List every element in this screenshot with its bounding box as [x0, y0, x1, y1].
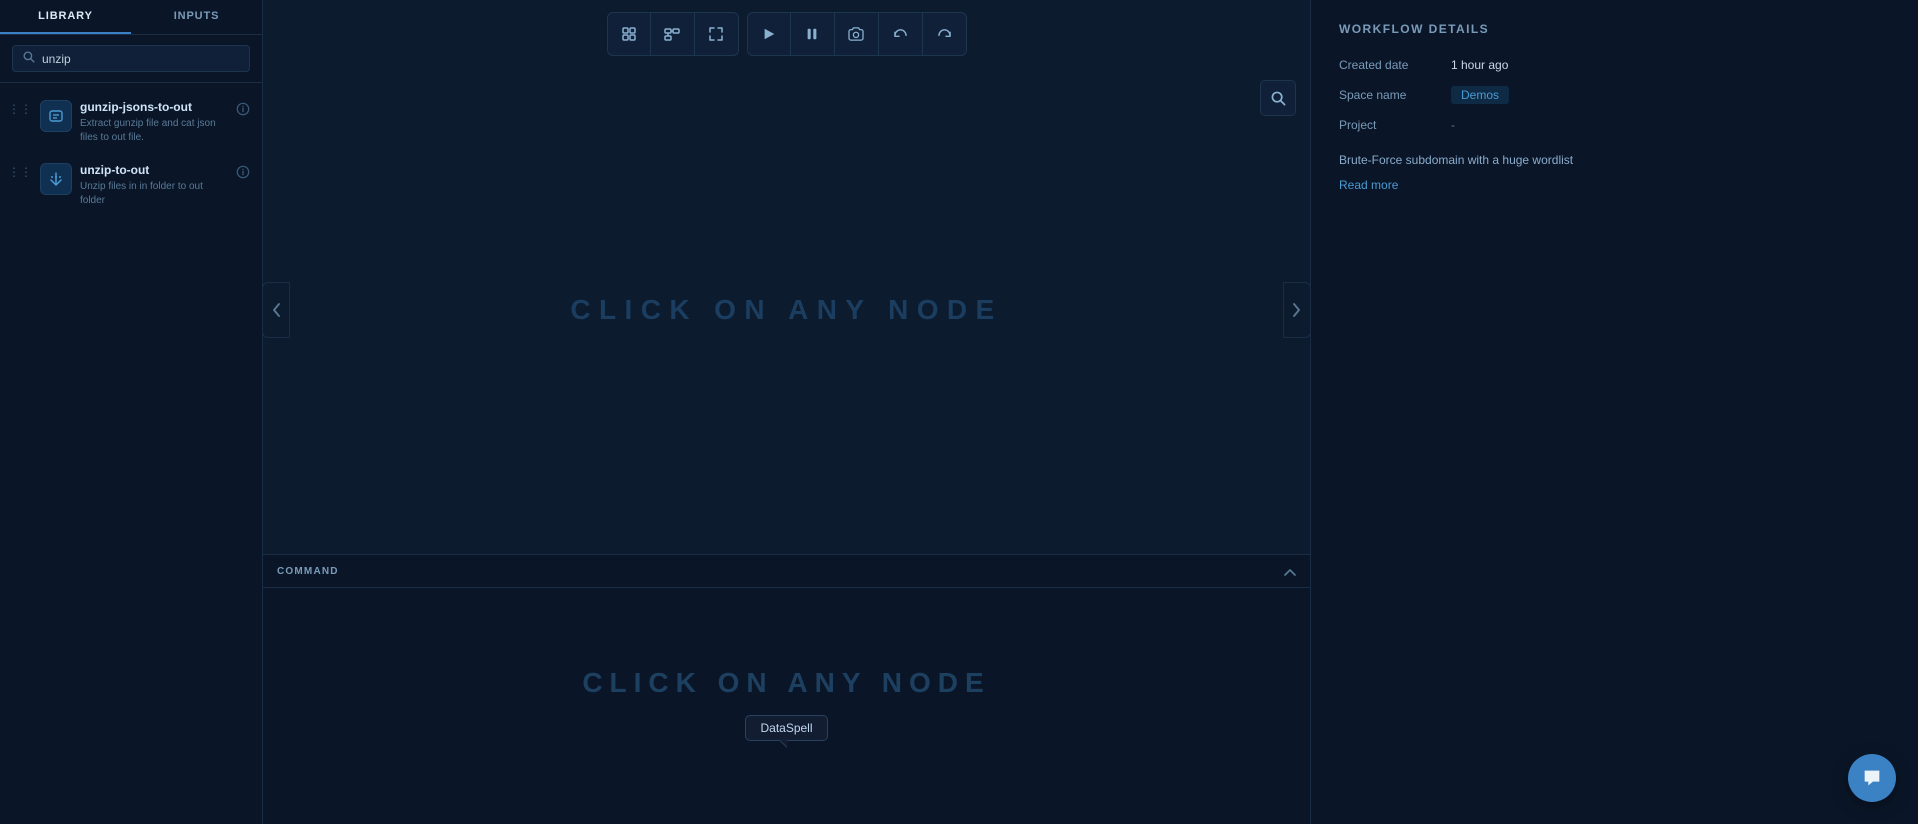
project-label: Project	[1339, 118, 1439, 132]
pause-button[interactable]	[791, 12, 835, 56]
click-node-hint: CLICK ON ANY NODE	[570, 294, 1002, 326]
item-icon	[40, 163, 72, 195]
item-text: gunzip-jsons-to-out Extract gunzip file …	[80, 100, 228, 145]
collapse-left-button[interactable]	[262, 282, 290, 338]
read-more-link[interactable]: Read more	[1339, 178, 1398, 192]
info-icon[interactable]	[236, 165, 250, 182]
list-item[interactable]: ⋮⋮ gunzip-jsons-to-out Extract gunzip fi…	[0, 91, 262, 154]
collapse-right-button[interactable]	[1283, 282, 1311, 338]
command-panel-label: COMMAND	[277, 566, 339, 577]
drag-handle-icon: ⋮⋮	[8, 102, 32, 116]
panel-title: WORKFLOW DETAILS	[1339, 22, 1890, 36]
item-title: gunzip-jsons-to-out	[80, 100, 228, 114]
view-controls	[607, 12, 739, 56]
detail-row-space: Space name Demos	[1339, 86, 1890, 104]
dataspell-tooltip: DataSpell	[745, 715, 827, 741]
created-date-label: Created date	[1339, 58, 1439, 72]
redo-button[interactable]	[923, 12, 967, 56]
command-content: CLICK ON ANY NODE DataSpell	[263, 588, 1310, 819]
search-wrapper	[12, 45, 250, 72]
project-value: -	[1451, 118, 1455, 132]
canvas-area: CLICK ON ANY NODE	[263, 66, 1310, 554]
undo-button[interactable]	[879, 12, 923, 56]
detail-row-project: Project -	[1339, 118, 1890, 132]
sidebar-list: ⋮⋮ gunzip-jsons-to-out Extract gunzip fi…	[0, 83, 262, 824]
tab-inputs[interactable]: Inputs	[131, 0, 262, 34]
created-date-value: 1 hour ago	[1451, 58, 1508, 72]
arrange-button[interactable]	[651, 12, 695, 56]
main-canvas: CLICK ON ANY NODE COMMAND CLICK ON ANY N…	[263, 0, 1310, 824]
item-icon	[40, 100, 72, 132]
space-name-value: Demos	[1451, 86, 1509, 104]
item-description: Unzip files in in folder to out folder	[80, 180, 228, 208]
fit-view-button[interactable]	[607, 12, 651, 56]
chat-bubble-button[interactable]	[1848, 754, 1896, 802]
search-input[interactable]	[42, 52, 239, 66]
space-name-label: Space name	[1339, 88, 1439, 102]
sidebar-tabs: Library Inputs	[0, 0, 262, 35]
fullscreen-button[interactable]	[695, 12, 739, 56]
command-expand-button[interactable]	[1284, 563, 1296, 579]
canvas-search-button[interactable]	[1260, 80, 1296, 116]
list-item[interactable]: ⋮⋮ unzip-to-out Unzip files in in folder…	[0, 154, 262, 217]
run-controls	[747, 12, 967, 56]
item-text: unzip-to-out Unzip files in in folder to…	[80, 163, 228, 208]
item-description: Extract gunzip file and cat json files t…	[80, 117, 228, 145]
snapshot-button[interactable]	[835, 12, 879, 56]
run-button[interactable]	[747, 12, 791, 56]
command-click-hint: CLICK ON ANY NODE	[582, 667, 990, 699]
search-container	[0, 35, 262, 83]
canvas-toolbar	[263, 0, 1310, 66]
command-panel-header: COMMAND	[263, 555, 1310, 588]
tab-library[interactable]: Library	[0, 0, 131, 34]
item-title: unzip-to-out	[80, 163, 228, 177]
command-panel: COMMAND CLICK ON ANY NODE DataSpell	[263, 554, 1310, 824]
info-icon[interactable]	[236, 102, 250, 119]
left-sidebar: Library Inputs ⋮⋮	[0, 0, 263, 824]
workflow-description: Brute-Force subdomain with a huge wordli…	[1339, 150, 1890, 170]
drag-handle-icon: ⋮⋮	[8, 165, 32, 179]
right-panel: WORKFLOW DETAILS Created date 1 hour ago…	[1310, 0, 1918, 824]
search-icon	[23, 51, 35, 66]
detail-row-created: Created date 1 hour ago	[1339, 58, 1890, 72]
